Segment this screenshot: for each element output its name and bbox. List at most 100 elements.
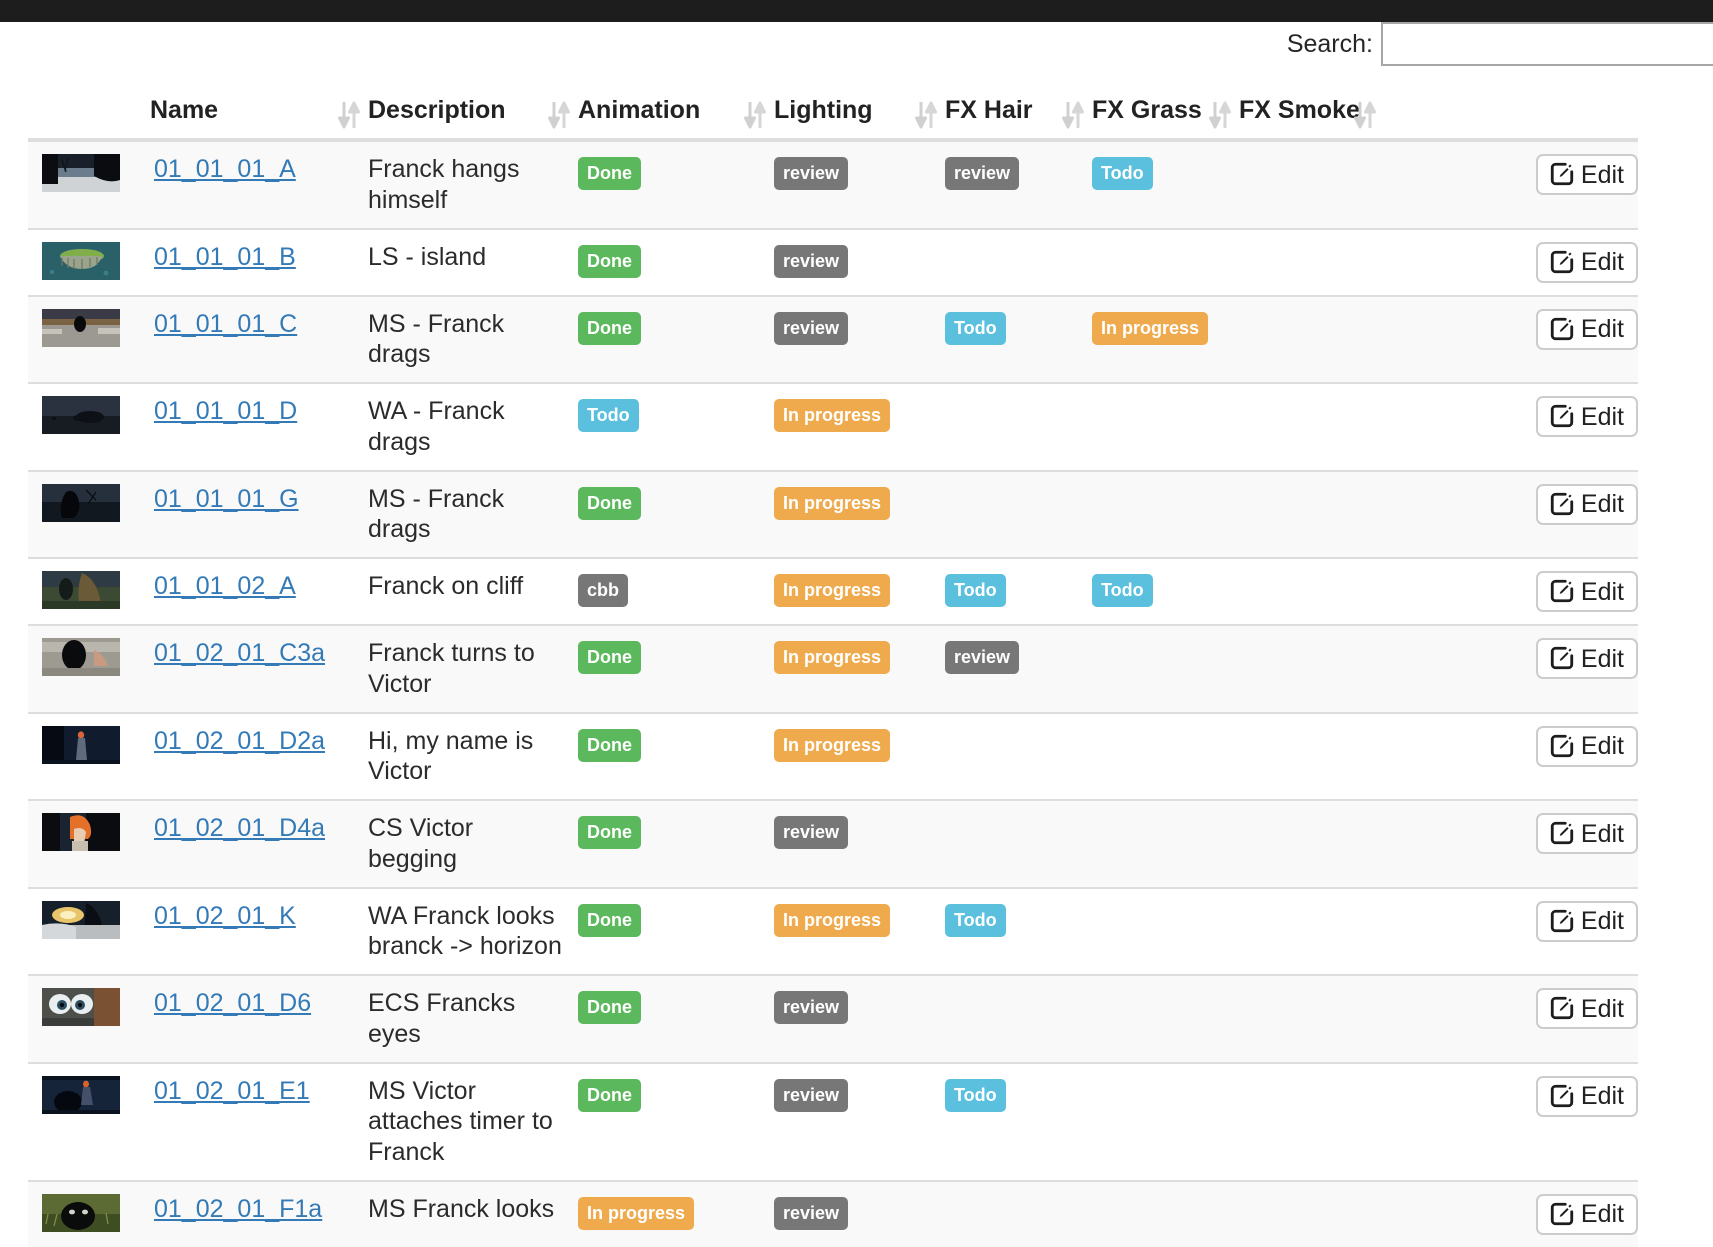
edit-button-label: Edit [1580,907,1624,935]
thumbnail-cell [28,886,150,975]
column-header-lighting[interactable]: Lighting [774,86,945,142]
table-row: 01_01_01_A Franck hangs himself Done review… [28,140,1638,229]
shot-name-link[interactable]: 01_01_01_A [154,155,296,183]
column-header-fx-grass[interactable]: FX Grass [1092,86,1239,142]
edit-button[interactable]: Edit [1535,571,1638,612]
status-cell-fx_smoke [1239,227,1384,296]
shot-thumbnail[interactable] [42,813,120,851]
status-badge: In progress [774,486,891,520]
shot-name-link[interactable]: 01_01_02_A [154,572,296,600]
edit-button[interactable]: Edit [1535,1075,1638,1117]
shot-name-link[interactable]: 01_02_01_F1a [154,1195,322,1223]
shot-thumbnail[interactable] [42,241,120,280]
search-input[interactable] [1381,22,1713,66]
shots-table: Name Description Animation Lighting FX H… [28,86,1638,1247]
shot-thumbnail[interactable] [42,396,120,434]
shot-description: Hi, my name is Victor [368,726,534,786]
shot-thumbnail[interactable] [42,988,120,1026]
shot-name-link[interactable]: 01_02_01_E1 [154,1077,310,1105]
shot-description-cell: LS - island [368,227,578,296]
status-badge: In progress [1092,311,1209,345]
status-cell-fx_hair: Todo [945,886,1092,975]
shot-name-link[interactable]: 01_02_01_D6 [154,989,311,1017]
shot-name-link[interactable]: 01_02_01_D4a [154,814,325,842]
search-label: Search: [1286,30,1373,58]
table-row: 01_02_01_D4a CS Victor begging Done review E… [28,799,1638,888]
status-cell-animation: Done [578,140,774,229]
edit-button[interactable]: Edit [1535,396,1638,437]
shot-description: WA - Franck drags [368,397,505,456]
edit-button[interactable]: Edit [1535,1193,1638,1235]
status-cell-lighting: In progress [774,711,945,800]
status-badge: In progress [774,903,891,937]
edit-button[interactable]: Edit [1535,900,1638,942]
column-header-fx-hair[interactable]: FX Hair [945,86,1092,142]
shot-thumbnail[interactable] [42,154,120,192]
table-row: 01_01_01_D WA - Franck drags Todo In progre… [28,382,1638,471]
actions-cell: Edit [1384,294,1638,383]
shot-name-cell: 01_02_01_E1 [150,1061,368,1181]
shot-name-cell: 01_02_01_F1a [150,1179,368,1247]
sort-updown-icon-description[interactable] [548,98,570,132]
edit-pencil-square-icon [1549,733,1575,759]
status-cell-fx_hair [945,469,1092,558]
shot-name-link[interactable]: 01_01_01_C [154,310,297,338]
column-header-fx-smoke[interactable]: FX Smoke [1239,86,1384,142]
table-row: 01_02_01_D2a Hi, my name is Victor Done In … [28,711,1638,800]
shot-thumbnail[interactable] [42,571,120,609]
edit-button[interactable]: Edit [1535,725,1638,767]
shot-thumbnail[interactable] [42,900,120,939]
shot-name-link[interactable]: 01_02_01_D2a [154,727,325,755]
column-header-animation[interactable]: Animation [578,86,774,142]
status-badge: In progress [774,574,891,607]
shot-thumbnail[interactable] [42,638,120,676]
shot-name-link[interactable]: 01_02_01_C3a [154,639,325,667]
edit-pencil-square-icon [1549,578,1575,604]
shot-description-cell: MS - Franck drags [368,294,578,383]
edit-pencil-square-icon [1549,249,1575,275]
status-badge: Done [578,244,641,278]
shot-name-link[interactable]: 01_01_01_B [154,243,296,271]
column-header-description[interactable]: Description [368,86,578,142]
shot-description: MS - Franck drags [368,309,505,369]
actions-cell: Edit [1384,799,1638,888]
status-cell-lighting: review [774,227,945,296]
sort-updown-icon-fx-smoke[interactable] [1354,98,1376,132]
status-badge: review [774,1196,849,1230]
shot-thumbnail[interactable] [42,1193,120,1232]
edit-button[interactable]: Edit [1535,638,1638,679]
shot-thumbnail[interactable] [42,308,120,347]
table-row: 01_02_01_C3a Franck turns to Victor Done In… [28,624,1638,713]
status-badge: In progress [578,1196,695,1230]
shot-description: CS Victor begging [368,814,474,873]
status-cell-lighting: review [774,799,945,888]
status-badge: review [774,816,849,849]
thumbnail-cell [28,799,150,888]
shot-thumbnail[interactable] [42,483,120,522]
edit-button[interactable]: Edit [1535,241,1638,283]
sort-updown-icon-name[interactable] [338,98,360,132]
actions-cell: Edit [1384,557,1638,625]
shot-name-link[interactable]: 01_01_01_D [154,397,297,425]
status-badge: Done [578,903,641,937]
edit-button[interactable]: Edit [1535,813,1638,854]
shot-thumbnail[interactable] [42,725,120,764]
shot-name-cell: 01_02_01_D6 [150,974,368,1063]
status-cell-fx_smoke [1239,711,1384,800]
edit-button[interactable]: Edit [1535,483,1638,525]
sort-updown-icon-fx-hair[interactable] [1062,98,1084,132]
shot-thumbnail[interactable] [42,1075,120,1114]
sort-updown-icon-lighting[interactable] [915,98,937,132]
sort-updown-icon-fx-grass[interactable] [1209,98,1231,132]
edit-button[interactable]: Edit [1535,988,1638,1029]
shot-name-link[interactable]: 01_01_01_G [154,485,299,513]
status-badge: review [774,311,849,345]
sort-updown-icon-animation[interactable] [744,98,766,132]
edit-button[interactable]: Edit [1535,154,1638,195]
column-header-name[interactable]: Name [150,86,368,142]
shot-name-link[interactable]: 01_02_01_K [154,902,296,930]
shot-description-cell: MS Franck looks [368,1179,578,1247]
actions-cell: Edit [1384,227,1638,296]
edit-button[interactable]: Edit [1535,308,1638,350]
edit-button-label: Edit [1580,248,1624,276]
